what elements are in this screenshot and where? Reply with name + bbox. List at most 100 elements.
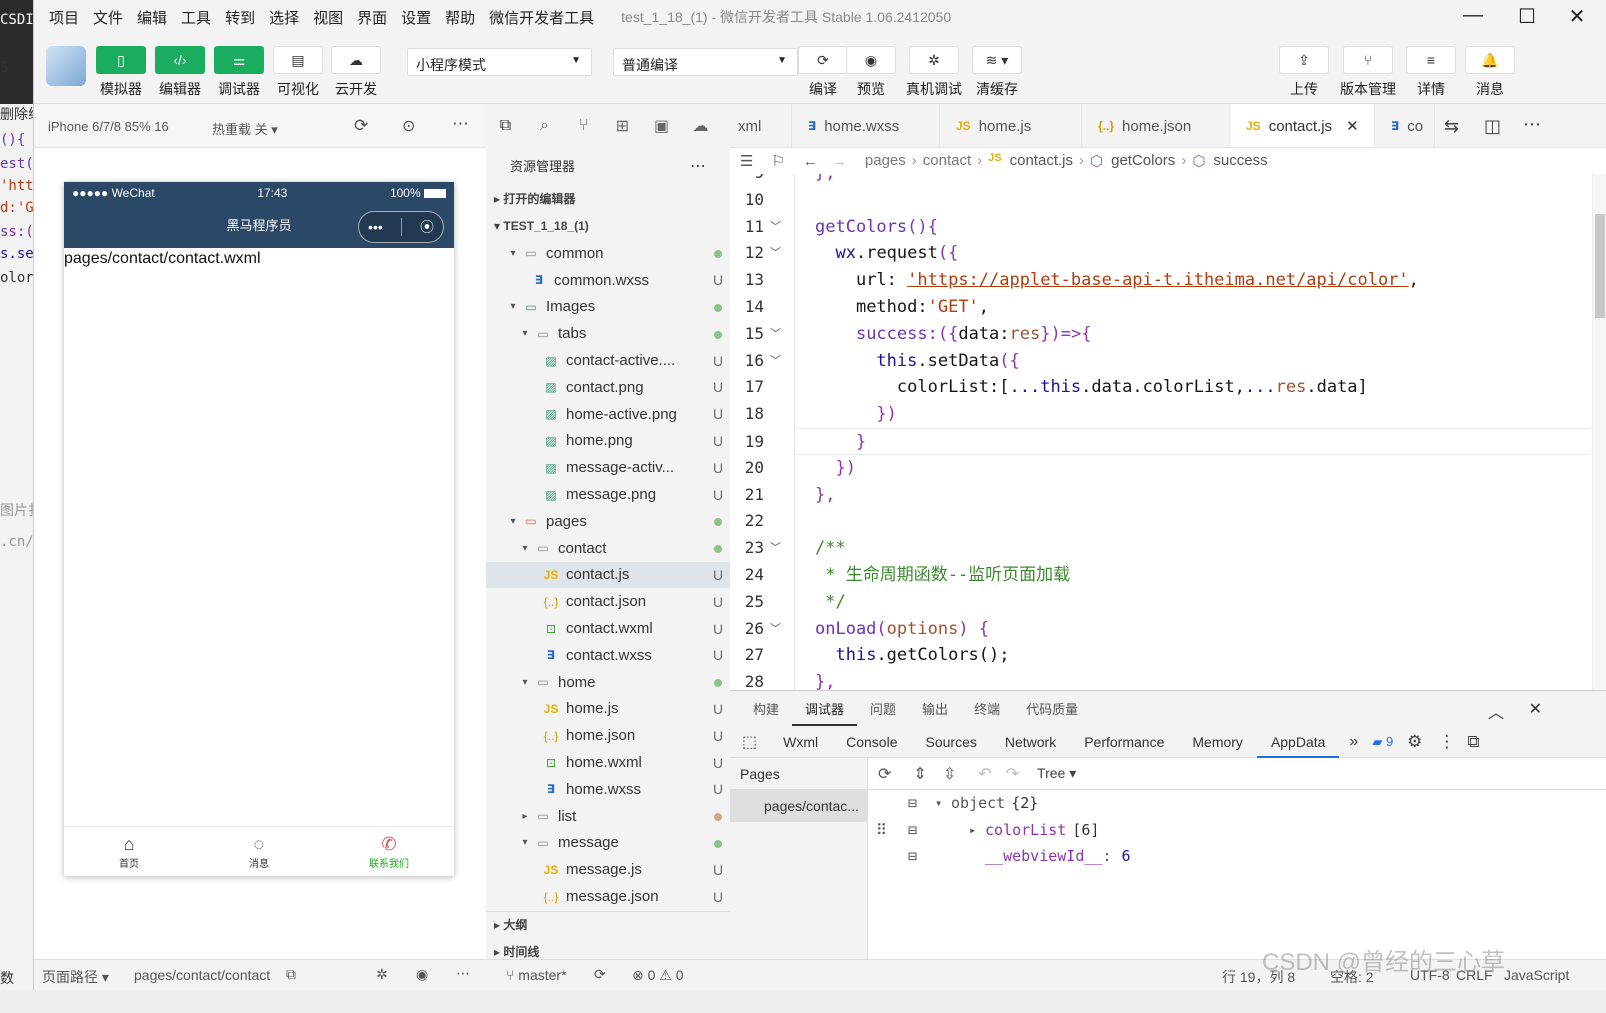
menu-item[interactable]: 选择 [262,7,306,28]
devtools-panel-tab[interactable]: 调试器 [792,699,858,726]
toolbar-action-button[interactable]: ≋ ▾ 清缓存 [972,46,1022,99]
file-tree-item[interactable]: ∃ common.wxss U [486,267,730,294]
file-tree-item[interactable]: {..} home.json U [486,722,730,749]
devtools-panel-tab[interactable]: 输出 [909,699,961,718]
fold-chevron-icon[interactable]: ﹀ [770,348,781,375]
collapse-panel-icon[interactable]: ︿ [1488,699,1504,723]
status-more-icon[interactable]: ⋯ [456,965,470,982]
more-dots-icon[interactable]: ••• [368,205,383,249]
compile-select[interactable]: 普通编译 ▼ [613,48,798,76]
toolbar-debug-button[interactable]: ⚌ 调试器 [214,46,264,99]
fold-chevron-icon[interactable]: ﹀ [770,240,781,267]
toolbar-layout-button[interactable]: ▤ 可视化 [273,46,323,99]
fold-chevron-icon[interactable]: ﹀ [770,321,781,348]
phone-tab[interactable]: ⌂ 首页 [64,827,194,876]
menu-item[interactable]: 视图 [306,7,350,28]
devtools-sub-tab[interactable]: AppData [1256,726,1340,758]
file-tree-item[interactable]: ▨ home.png U [486,428,730,455]
file-tree-item[interactable]: ▾ ▭ home [486,669,730,696]
fold-chevron-icon[interactable]: ﹀ [770,616,781,643]
hot-reload-toggle[interactable]: 热重载 关 ▾ [212,119,278,138]
checkbox-icon[interactable]: ⊟ [908,843,917,870]
search-icon[interactable]: ⌕ [525,117,564,135]
expand-down-icon[interactable]: ▾ [935,790,951,817]
inspect-icon[interactable]: ⬚ [730,732,769,752]
close-icon[interactable]: ✕ [1562,4,1592,29]
toolbar-action-button[interactable]: ✲ 真机调试 [906,46,962,99]
dock-icon[interactable]: ⧉ [1461,732,1485,752]
devtools-sub-tab[interactable]: Console [832,726,911,758]
minimize-icon[interactable]: — [1458,4,1488,27]
more-icon[interactable]: ⋯ [452,114,469,134]
compare-icon[interactable]: ⇆ [1444,116,1459,137]
devtools-panel-tab[interactable]: 终端 [961,699,1013,718]
redo-icon[interactable]: ↷ [1006,764,1019,784]
fold-chevron-icon[interactable]: ﹀ [770,214,781,241]
file-tree-item[interactable]: ▨ contact-active.... U [486,347,730,374]
file-tree-item[interactable]: ▨ message.png U [486,481,730,508]
file-tree-item[interactable]: ▨ home-active.png U [486,401,730,428]
menu-item[interactable]: 项目 [42,7,86,28]
editor-tab[interactable]: JS home.js [940,104,1082,147]
language-mode[interactable]: JavaScript [1504,967,1569,983]
appdata-node[interactable]: ⊟ ▾ object {2} [868,790,1606,817]
reload-icon[interactable]: ⟳ [354,116,368,136]
phone-tab[interactable]: ✆ 联系我们 [324,827,454,876]
menu-item[interactable]: 微信开发者工具 [482,7,601,28]
menu-item[interactable]: 文件 [86,7,130,28]
file-tree-item[interactable]: ▾ ▭ pages [486,508,730,535]
file-tree-item[interactable]: ▾ ▭ message [486,830,730,857]
toolbar-right-button[interactable]: ≡ 详情 [1406,46,1456,99]
devtools-panel-tab[interactable]: 问题 [857,699,909,718]
list-icon[interactable]: ☰ [740,152,753,170]
editor-tab[interactable]: ∃ co [1375,104,1435,147]
files-icon[interactable]: ⧉ [486,117,525,135]
git-icon[interactable]: ⑂ [564,117,603,135]
file-tree-item[interactable]: ⊡ contact.wxml U [486,615,730,642]
bug-icon[interactable]: ✲ [376,966,388,983]
file-tree-item[interactable]: ▾ ▭ contact [486,535,730,562]
file-tree-item[interactable]: JS contact.js U [486,561,730,589]
bookmark-icon[interactable]: ⚐ [771,152,784,170]
checkbox-icon[interactable]: ⊟ [908,790,917,817]
capsule-menu[interactable]: ••• ⦿ [358,211,444,243]
avatar[interactable] [46,46,86,86]
breadcrumb-item[interactable]: contact [923,152,971,170]
devtools-sub-tab[interactable]: Sources [912,726,991,758]
devtools-sub-tab[interactable]: Memory [1178,726,1257,758]
drag-handle-icon[interactable]: ⠿ [876,817,887,844]
file-tree-item[interactable]: ▾ ▭ common [486,240,730,267]
git-branch[interactable]: ⑂ master* [506,967,567,983]
editor-more-icon[interactable]: ⋯ [1523,114,1541,135]
file-tree-item[interactable]: {..} contact.json U [486,588,730,615]
view-mode-select[interactable]: Tree ▾ [1037,765,1076,782]
settings-icon[interactable]: ⚙ [1397,732,1432,752]
devtools-panel-tab[interactable]: 代码质量 [1013,699,1091,718]
file-tree-item[interactable]: JS message.js U [486,856,730,883]
devtools-sub-tab[interactable]: Wxml [769,726,832,758]
file-tree-item[interactable]: ▸ ▭ list [486,803,730,830]
file-tree-item[interactable]: ▨ message-activ... U [486,454,730,481]
toolbar-right-button[interactable]: ⇪ 上传 [1279,46,1329,99]
file-tree-item[interactable]: ∃ contact.wxss U [486,642,730,669]
menu-item[interactable]: 界面 [350,7,394,28]
appdata-node[interactable]: ⊟ __webviewId__ :6 [868,843,1606,870]
devtools-sub-tab[interactable]: Network [991,726,1070,758]
code-editor[interactable]: 9},1011﹀getColors(){12﹀ wx.request({13 u… [730,174,1606,690]
extensions-icon[interactable]: ⊞ [603,116,642,136]
breadcrumb-item[interactable]: pages [865,152,906,170]
menu-item[interactable]: 工具 [174,7,218,28]
menu-item[interactable]: 帮助 [438,7,482,28]
expand-right-icon[interactable]: ▸ [969,817,985,844]
eye-icon[interactable]: ◉ [416,966,428,983]
editor-scrollbar[interactable] [1592,174,1606,690]
close-tab-icon[interactable]: ✕ [1346,117,1359,135]
problems-indicator[interactable]: ⊗ 0 ⚠ 0 [632,967,684,984]
more-tabs-icon[interactable]: » [1339,733,1368,751]
devtools-panel-tab[interactable]: 构建 [740,699,792,718]
refresh-data-icon[interactable]: ⟳ [878,764,891,784]
breadcrumb-item[interactable]: contact.js [1010,152,1073,170]
breadcrumb-item[interactable]: success [1213,152,1267,170]
open-editors-section[interactable]: ▸ 打开的编辑器 [486,186,730,213]
file-tree-item[interactable]: {..} message.json U [486,883,730,910]
